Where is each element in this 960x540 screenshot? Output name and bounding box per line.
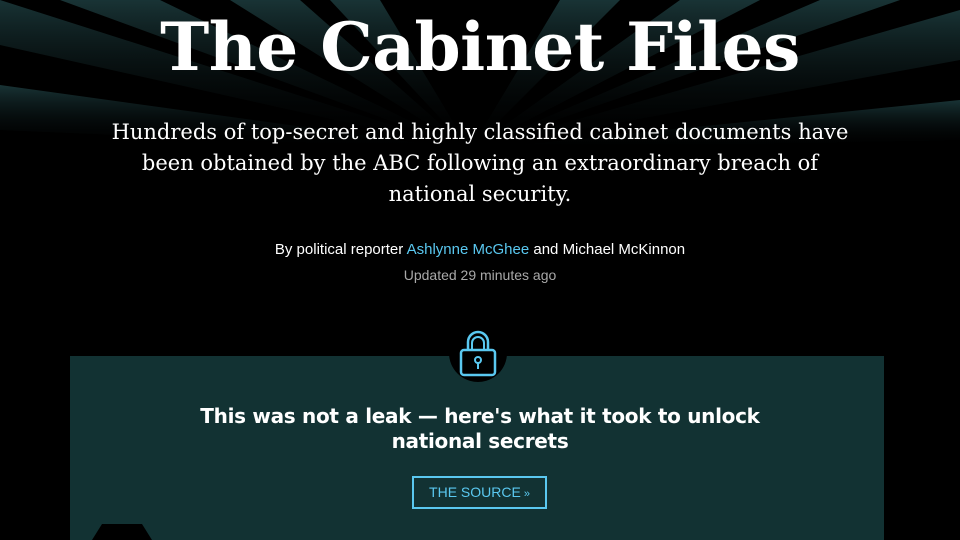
panel-headline-line-2: national secrets (391, 429, 569, 453)
byline-joiner: and (533, 241, 559, 258)
byline-prefix: By political reporter (274, 241, 404, 258)
byline: By political reporter Ashlynne McGhee an… (0, 240, 960, 260)
the-source-button-label: THE SOURCE (429, 484, 521, 500)
lock-icon (449, 324, 507, 382)
author-michael-mckinnon: Michael McKinnon (562, 241, 686, 258)
panel-headline[interactable]: This was not a leak — here's what it too… (0, 404, 960, 454)
updated-timestamp: Updated 29 minutes ago (403, 267, 557, 283)
double-chevron-down-icon: » (523, 488, 530, 500)
author-link-ashlynne-mcghee[interactable]: Ashlynne McGhee (407, 241, 530, 258)
section-tab-shape (92, 524, 152, 540)
panel-headline-line-1: This was not a leak — here's what it too… (200, 404, 760, 428)
the-source-button[interactable]: THE SOURCE» (412, 476, 547, 509)
article-dek: Hundreds of top-secret and highly classi… (111, 120, 849, 206)
article-page: The Cabinet Files Hundreds of top-secret… (0, 0, 960, 540)
page-title: The Cabinet Files (160, 8, 800, 86)
